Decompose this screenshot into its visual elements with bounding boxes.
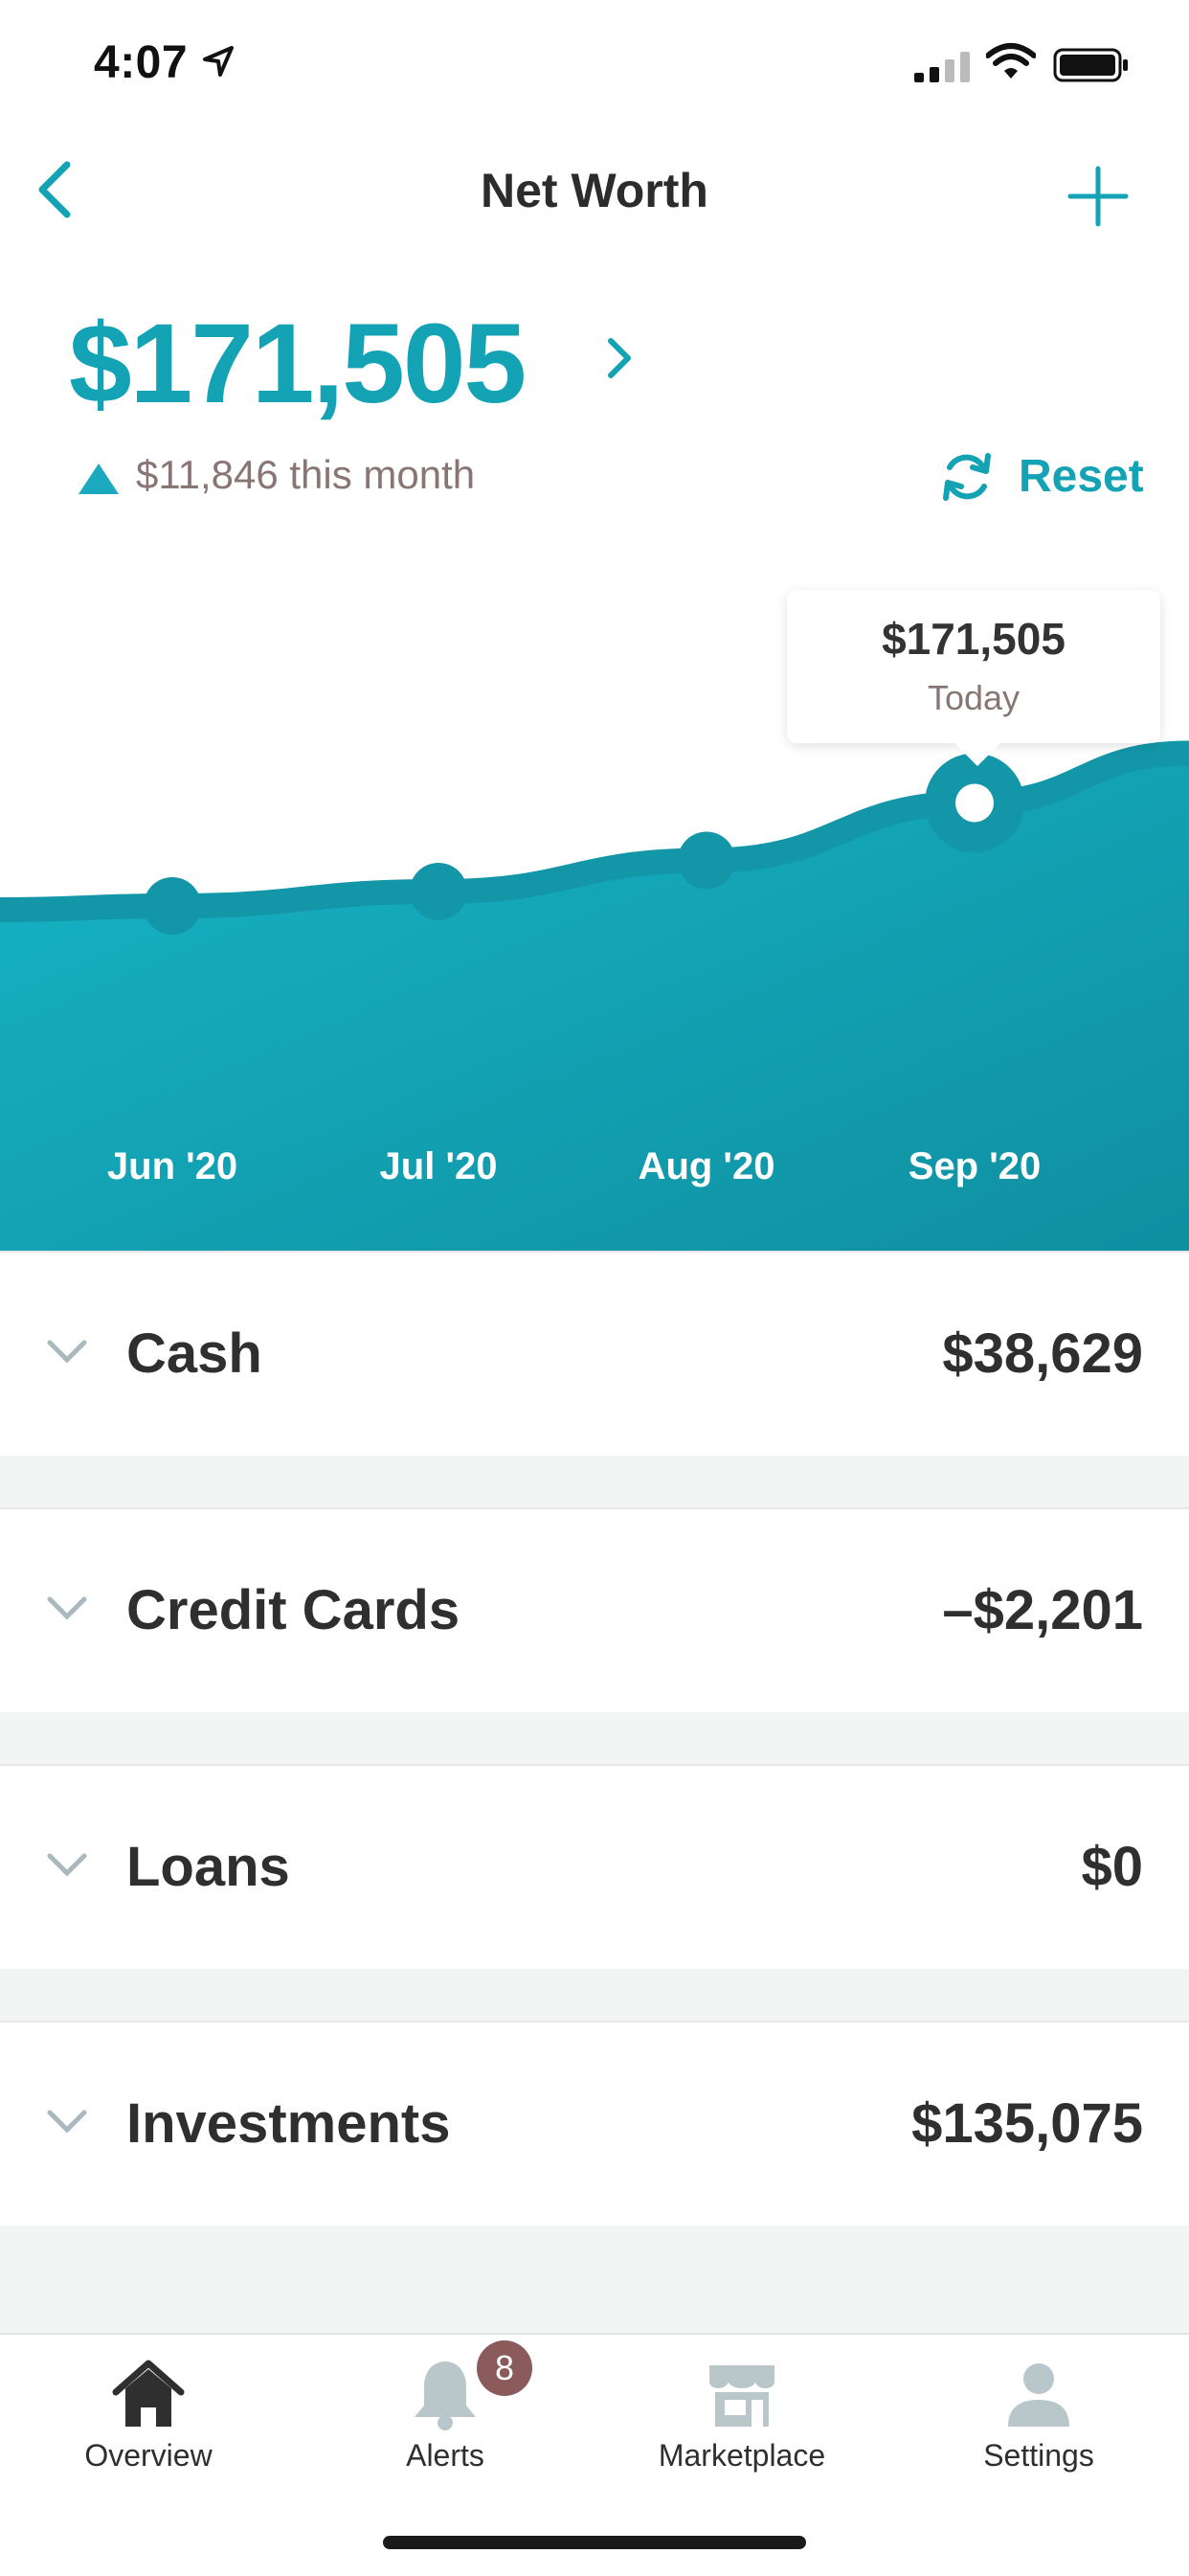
category-name: Credit Cards	[126, 1579, 460, 1641]
tab-overview[interactable]: Overview	[0, 2335, 297, 2488]
x-tick-label: Sep '20	[908, 1145, 1042, 1187]
wifi-icon	[986, 43, 1036, 79]
category-name: Cash	[126, 1322, 262, 1385]
category-name: Investments	[126, 2092, 451, 2155]
divider	[0, 1969, 1189, 2021]
alerts-badge: 8	[477, 2340, 532, 2396]
x-tick-label: Aug '20	[638, 1145, 775, 1187]
bell-icon	[415, 2361, 476, 2430]
chevron-down-icon	[47, 1340, 87, 1364]
add-button[interactable]	[1065, 163, 1132, 230]
tooltip-value: $171,505	[882, 614, 1066, 664]
tab-alerts[interactable]: Alerts	[297, 2335, 594, 2488]
reset-label: Reset	[1019, 451, 1144, 502]
category-value: $38,629	[942, 1322, 1143, 1385]
x-tick-label: Jun '20	[106, 1145, 238, 1187]
bottom-spacer	[0, 2226, 1189, 2333]
category-value: –$2,201	[942, 1579, 1143, 1641]
home-icon	[112, 2360, 185, 2427]
battery-icon	[1053, 48, 1128, 82]
tab-label: Overview	[84, 2438, 213, 2473]
status-time: 4:07	[94, 37, 189, 88]
chevron-right-icon[interactable]	[601, 333, 639, 383]
tab-label: Marketplace	[658, 2438, 826, 2473]
tab-label: Settings	[983, 2438, 1094, 2473]
divider	[0, 1712, 1189, 1764]
category-cash[interactable]: Cash $38,629	[0, 1251, 1189, 1457]
store-icon	[709, 2365, 774, 2427]
page-title: Net Worth	[481, 164, 708, 217]
x-tick-label: Jul '20	[379, 1145, 498, 1187]
chevron-down-icon	[47, 1596, 87, 1620]
status-bar: 4:07	[0, 0, 1189, 124]
reset-button[interactable]: Reset	[938, 448, 1144, 506]
tab-settings[interactable]: Settings	[890, 2335, 1187, 2488]
data-point-selected-center	[955, 783, 994, 823]
divider	[0, 1456, 1189, 1507]
chevron-down-icon	[47, 2110, 87, 2134]
net-worth-total[interactable]: $171,505	[69, 299, 527, 429]
tab-label: Alerts	[406, 2438, 484, 2473]
category-loans[interactable]: Loans $0	[0, 1764, 1189, 1971]
data-point[interactable]	[410, 863, 467, 920]
category-name: Loans	[126, 1836, 290, 1898]
chart-tooltip: $171,505 Today	[787, 590, 1160, 766]
refresh-icon	[943, 453, 991, 501]
tab-marketplace[interactable]: Marketplace	[594, 2335, 890, 2488]
up-triangle-icon	[79, 463, 119, 494]
nav-bar: Net Worth	[0, 144, 1189, 239]
signal-icon	[914, 52, 970, 82]
category-value: $0	[1081, 1836, 1143, 1898]
data-point[interactable]	[144, 877, 201, 935]
chevron-down-icon	[47, 1853, 87, 1877]
tooltip-label: Today	[927, 678, 1021, 717]
category-value: $135,075	[911, 2092, 1143, 2155]
location-arrow-icon	[203, 46, 234, 77]
category-investments[interactable]: Investments $135,075	[0, 2021, 1189, 2227]
category-credit-cards[interactable]: Credit Cards –$2,201	[0, 1507, 1189, 1714]
monthly-change-text: $11,846 this month	[136, 452, 476, 497]
data-point[interactable]	[678, 831, 735, 890]
user-icon	[1008, 2363, 1069, 2427]
home-indicator	[383, 2536, 806, 2549]
